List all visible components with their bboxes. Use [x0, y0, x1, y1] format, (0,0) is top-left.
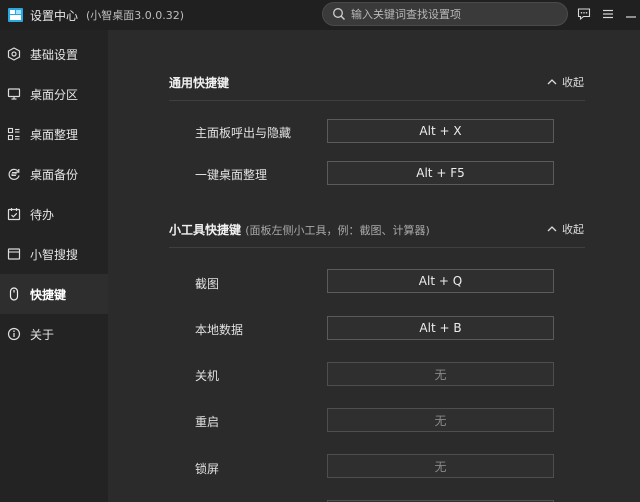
hotkey-label-main-panel: 主面板呼出与隐藏 — [195, 126, 292, 140]
sidebar-item-xiaozhi-search[interactable]: 小智搜搜 — [0, 234, 108, 274]
chevron-up-icon — [547, 226, 557, 232]
title-bar: 设置中心 (小智桌面3.0.0.32) — [0, 0, 640, 30]
minimize-icon[interactable] — [624, 7, 638, 21]
section-title-text: 通用快捷键 — [169, 76, 230, 90]
sidebar-item-label: 桌面分区 — [30, 88, 79, 102]
hotkey-label-lock-screen: 锁屏 — [195, 462, 220, 476]
sidebar-item-desktop-backup[interactable]: 桌面备份 — [0, 154, 108, 194]
hotkey-label-screenshot: 截图 — [195, 277, 220, 291]
collapse-general-hotkeys-button[interactable]: 收起 — [546, 74, 584, 90]
hotkey-field-main-panel[interactable]: Alt + X — [327, 119, 554, 143]
section-title-text: 小工具快捷键 — [169, 223, 242, 237]
organize-icon — [7, 127, 20, 141]
section-title-tool-hotkeys: 小工具快捷键 (面板左侧小工具，例：截图、计算器) — [169, 221, 430, 238]
sidebar: 基础设置 桌面分区 桌面整理 桌面备份 待办 小智搜搜 快捷键 关于 — [0, 30, 108, 502]
hotkey-field-lock-screen[interactable]: 无 — [327, 454, 554, 478]
sidebar-item-label: 桌面整理 — [30, 128, 79, 142]
monitor-icon — [7, 88, 21, 100]
menu-icon[interactable] — [601, 7, 615, 21]
window-title: 设置中心 — [30, 9, 79, 23]
search-box[interactable] — [322, 2, 568, 26]
collapse-tool-hotkeys-button[interactable]: 收起 — [546, 221, 584, 237]
sidebar-item-label: 快捷键 — [30, 288, 67, 302]
hotkey-field-shutdown[interactable]: 无 — [327, 362, 554, 386]
backup-icon — [8, 168, 20, 180]
hotkey-label-local-data: 本地数据 — [195, 323, 244, 337]
section-divider — [169, 247, 585, 248]
search-window-icon — [7, 248, 21, 260]
sidebar-item-label: 小智搜搜 — [30, 248, 79, 262]
sidebar-item-hotkeys[interactable]: 快捷键 — [0, 274, 108, 314]
sidebar-item-about[interactable]: 关于 — [0, 314, 108, 354]
section-divider — [169, 100, 585, 101]
sidebar-item-desktop-organize[interactable]: 桌面整理 — [0, 114, 108, 154]
search-input[interactable] — [351, 5, 561, 23]
sidebar-item-label: 桌面备份 — [30, 168, 79, 182]
sidebar-item-desktop-partition[interactable]: 桌面分区 — [0, 74, 108, 114]
calendar-check-icon — [7, 208, 21, 221]
feedback-icon[interactable] — [577, 7, 591, 21]
hotkey-field-local-data[interactable]: Alt + B — [327, 316, 554, 340]
sidebar-item-label: 基础设置 — [30, 48, 79, 62]
sidebar-item-label: 关于 — [30, 328, 55, 342]
hotkey-field-one-click-organize[interactable]: Alt + F5 — [327, 161, 554, 185]
section-note: (面板左侧小工具，例：截图、计算器) — [245, 224, 430, 237]
search-icon — [333, 8, 345, 20]
sidebar-item-label: 待办 — [30, 208, 55, 222]
hotkey-settings-panel: 通用快捷键 收起 主面板呼出与隐藏 Alt + X 一键桌面整理 Alt + F… — [108, 30, 640, 502]
collapse-label: 收起 — [562, 76, 584, 89]
hotkey-field-restart[interactable]: 无 — [327, 408, 554, 432]
hotkey-label-shutdown: 关机 — [195, 369, 220, 383]
app-logo-icon — [8, 8, 23, 22]
hotkey-label-restart: 重启 — [195, 415, 220, 429]
hotkey-field-screenshot[interactable]: Alt + Q — [327, 269, 554, 293]
mouse-icon — [9, 287, 19, 301]
info-icon — [7, 327, 21, 341]
hotkey-label-one-click-organize: 一键桌面整理 — [195, 168, 268, 182]
sidebar-item-basic-settings[interactable]: 基础设置 — [0, 34, 108, 74]
section-title-general-hotkeys: 通用快捷键 — [169, 74, 229, 91]
hexagon-settings-icon — [7, 47, 21, 61]
sidebar-item-todo[interactable]: 待办 — [0, 194, 108, 234]
chevron-up-icon — [547, 79, 557, 85]
app-version: (小智桌面3.0.0.32) — [86, 9, 185, 22]
collapse-label: 收起 — [562, 223, 584, 236]
